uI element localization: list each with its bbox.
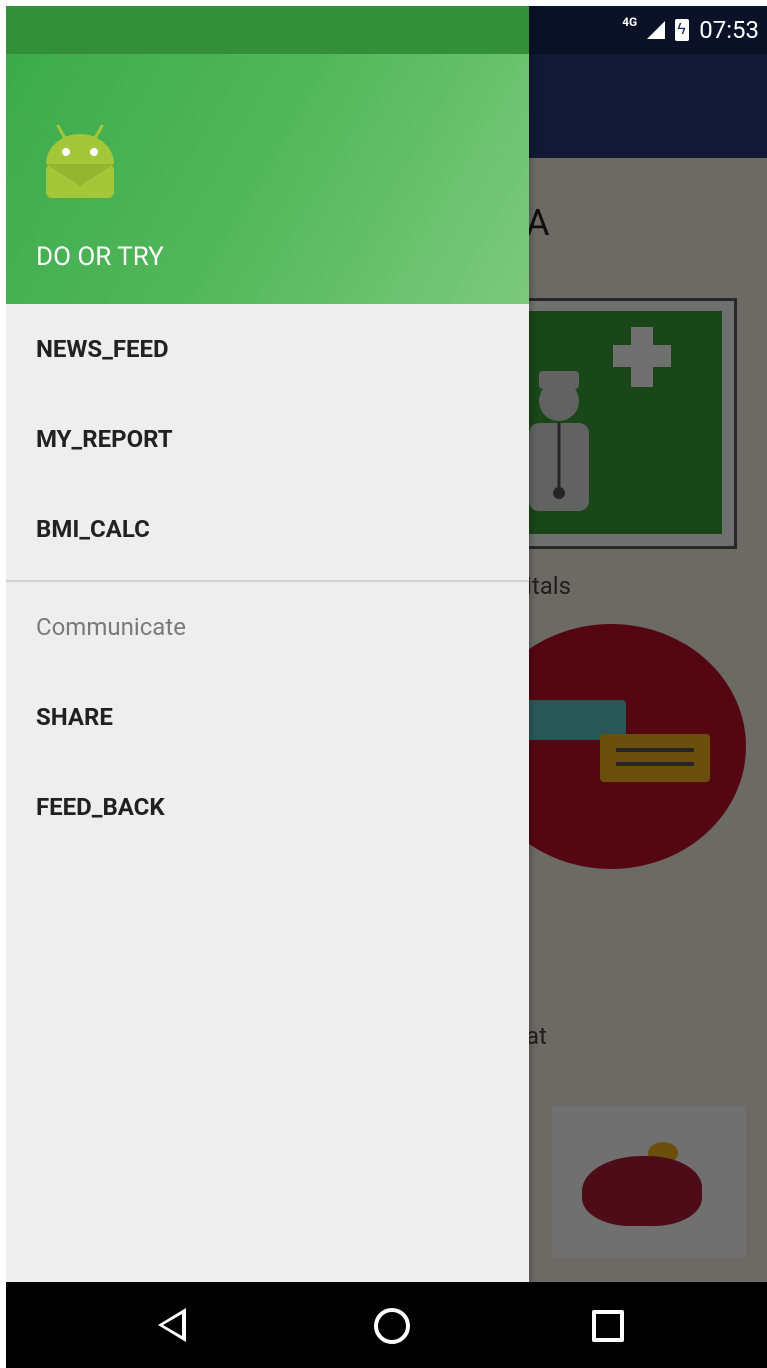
- drawer-header-title: DO OR TRY: [36, 242, 164, 272]
- menu-item-feed-back[interactable]: FEED_BACK: [6, 762, 529, 852]
- menu-item-my-report[interactable]: MY_REPORT: [6, 394, 529, 484]
- recents-icon[interactable]: [592, 1310, 624, 1342]
- menu-item-share[interactable]: SHARE: [6, 672, 529, 762]
- drawer-menu: NEWS_FEED MY_REPORT BMI_CALC Communicate…: [6, 304, 529, 852]
- android-icon: [46, 124, 114, 198]
- navigation-drawer: DO OR TRY NEWS_FEED MY_REPORT BMI_CALC C…: [6, 6, 529, 1282]
- drawer-status-area: [6, 6, 529, 54]
- signal-icon: [647, 21, 666, 39]
- menu-item-news-feed[interactable]: NEWS_FEED: [6, 304, 529, 394]
- drawer-header: DO OR TRY: [6, 6, 529, 304]
- clock: 07:53: [699, 16, 759, 44]
- menu-item-bmi-calc[interactable]: BMI_CALC: [6, 484, 529, 574]
- network-type: 4G: [622, 15, 638, 29]
- battery-charging-icon: [675, 19, 690, 41]
- home-icon[interactable]: [374, 1308, 410, 1344]
- screen: A itals at: [6, 6, 767, 1368]
- section-header-communicate: Communicate: [36, 613, 186, 641]
- status-indicators: 4G 07:53: [622, 6, 759, 54]
- system-nav-bar: [6, 1282, 767, 1368]
